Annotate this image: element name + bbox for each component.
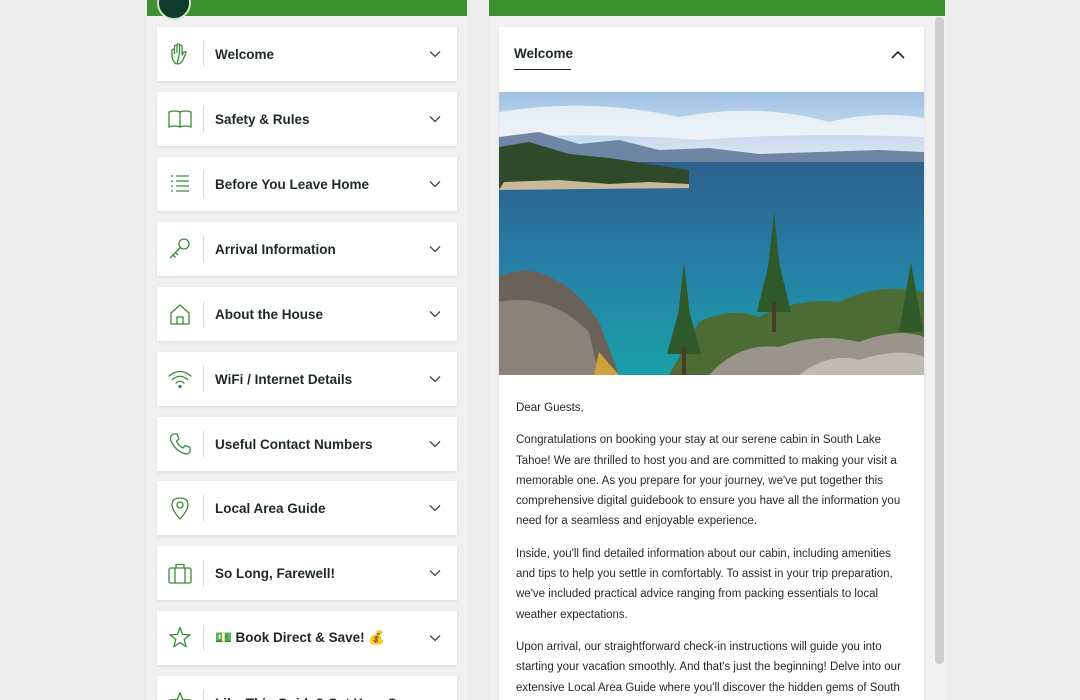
wifi-icon bbox=[157, 352, 203, 406]
chevron-down-icon[interactable] bbox=[413, 440, 457, 448]
section-label: Useful Contact Numbers bbox=[215, 436, 373, 452]
paragraph: Upon arrival, our straightforward check-… bbox=[516, 640, 901, 694]
guide-section-item[interactable]: About the House bbox=[157, 287, 457, 341]
section-label: Before You Leave Home bbox=[215, 176, 370, 192]
section-label: 💵 Book Direct & Save! 💰 bbox=[215, 630, 386, 645]
chevron-down-icon[interactable] bbox=[413, 310, 457, 318]
map-pin-icon bbox=[157, 481, 203, 535]
section-title: Welcome bbox=[514, 46, 574, 61]
star-icon bbox=[157, 676, 203, 700]
chevron-down-icon[interactable] bbox=[413, 245, 457, 253]
guide-section-item[interactable]: Before You Leave Home bbox=[157, 157, 457, 211]
detail-header-bar bbox=[489, 0, 945, 16]
chevron-down-icon[interactable] bbox=[413, 504, 457, 512]
guide-section-item[interactable]: Arrival Information bbox=[157, 222, 457, 276]
guide-section-item[interactable]: Useful Contact Numbers bbox=[157, 417, 457, 471]
star-icon bbox=[157, 611, 203, 665]
chevron-down-icon[interactable] bbox=[413, 375, 457, 383]
app-header-bar bbox=[147, 0, 467, 20]
guide-section-item[interactable]: Safety & Rules bbox=[157, 92, 457, 146]
guide-section-item[interactable]: 💵 Book Direct & Save! 💰 bbox=[157, 611, 457, 665]
chevron-up-icon[interactable] bbox=[890, 47, 906, 61]
book-icon bbox=[157, 92, 203, 146]
section-label: Arrival Information bbox=[215, 241, 336, 257]
chevron-down-icon[interactable] bbox=[413, 634, 457, 642]
paragraph: Inside, you'll find detailed information… bbox=[516, 547, 893, 621]
section-label: So Long, Farewell! bbox=[215, 565, 336, 581]
title-underline bbox=[514, 69, 571, 70]
lake-tahoe-photo bbox=[499, 92, 924, 375]
welcome-section-card: Welcome Dear Guests, Congratulations on … bbox=[499, 27, 924, 700]
guide-section-item[interactable]: Welcome bbox=[157, 27, 457, 81]
hand-icon bbox=[157, 27, 203, 81]
section-label: Safety & Rules bbox=[215, 111, 310, 127]
greeting: Dear Guests, bbox=[516, 402, 584, 414]
welcome-message: Dear Guests, Congratulations on booking … bbox=[516, 398, 911, 700]
section-header[interactable]: Welcome bbox=[499, 27, 924, 92]
paragraph: Congratulations on booking your stay at … bbox=[516, 434, 901, 528]
section-label: Like This Guide? Get Your Own bbox=[204, 696, 413, 700]
phone-icon bbox=[157, 417, 203, 471]
section-label: About the House bbox=[215, 306, 323, 322]
chevron-down-icon[interactable] bbox=[413, 180, 457, 188]
section-detail-panel: Welcome Dear Guests, Congratulations on … bbox=[489, 0, 945, 700]
guide-section-item[interactable]: Local Area Guide bbox=[157, 481, 457, 535]
section-label: Local Area Guide bbox=[215, 500, 326, 516]
guide-menu-panel: Welcome Safety & Rules Before You Leave Ho… bbox=[147, 0, 467, 700]
section-label: WiFi / Internet Details bbox=[215, 371, 353, 387]
guide-section-item[interactable]: Like This Guide? Get Your Own bbox=[157, 676, 457, 700]
scrollbar-thumb[interactable] bbox=[935, 17, 944, 664]
guide-section-item[interactable]: WiFi / Internet Details bbox=[157, 352, 457, 406]
section-label: Welcome bbox=[215, 46, 275, 62]
key-icon bbox=[157, 222, 203, 276]
suitcase-icon bbox=[157, 546, 203, 600]
guide-section-item[interactable]: So Long, Farewell! bbox=[157, 546, 457, 600]
house-icon bbox=[157, 287, 203, 341]
chevron-down-icon[interactable] bbox=[413, 50, 457, 58]
chevron-down-icon[interactable] bbox=[413, 569, 457, 577]
chevron-down-icon[interactable] bbox=[413, 115, 457, 123]
checklist-icon bbox=[157, 157, 203, 211]
brand-logo bbox=[157, 0, 191, 20]
